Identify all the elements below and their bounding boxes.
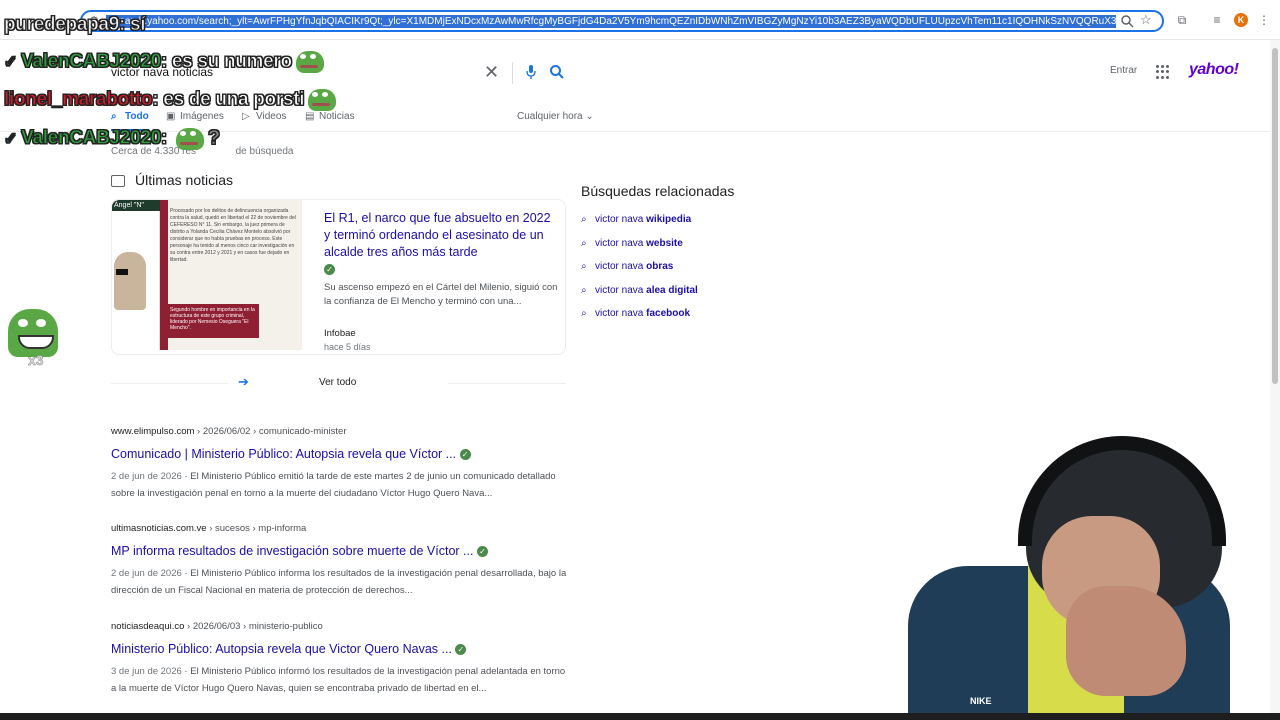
search-button[interactable]: [549, 64, 565, 80]
search-icon: ⌕: [581, 238, 587, 249]
result-snippet: 3 de jun de 2026 · El Ministerio Público…: [111, 666, 566, 694]
thumb-face: [114, 252, 146, 310]
divider: [448, 383, 566, 384]
news-icon: [111, 175, 125, 187]
chevron-down-icon: ⌄: [585, 111, 594, 122]
related-searches-title: Búsquedas relacionadas: [581, 183, 735, 199]
chat-message: ✓ ValenCABJ2020: ?: [4, 127, 220, 150]
pepe-emote-icon: [295, 51, 324, 73]
search-result: noticiasdeaqui.co › 2026/06/03 › ministe…: [111, 621, 571, 697]
chat-watermark: puredepapa9: sí: [4, 14, 146, 36]
verified-icon: ✓: [476, 546, 488, 558]
search-icon: ⌕: [111, 111, 117, 122]
result-title-link[interactable]: MP informa resultados de investigación s…: [111, 544, 571, 561]
chat-message: ✓ ValenCABJ2020: es su numero: [4, 51, 324, 73]
play-icon: ▷: [242, 111, 250, 122]
apps-grid-icon[interactable]: [1156, 65, 1170, 79]
yahoo-logo[interactable]: yahoo!: [1189, 61, 1239, 79]
zoom-icon[interactable]: [1120, 13, 1134, 29]
tab-todo[interactable]: ⌕ Todo: [111, 111, 149, 122]
thumb-label: Ángel "N": [112, 200, 160, 211]
address-url[interactable]: ...search.yahoo.com/search;_ylt=AwrFPHgY…: [106, 15, 1116, 28]
top-stories-title: Últimas noticias: [135, 172, 234, 188]
bookmark-star-icon[interactable]: ☆: [1140, 12, 1154, 28]
profile-avatar[interactable]: K: [1234, 13, 1248, 27]
result-cite[interactable]: ultimasnoticias.com.ve › sucesos › mp-in…: [111, 523, 571, 536]
search-icon: ⌕: [581, 261, 587, 272]
chat-message: lionel_marabotto: es de una porsti: [4, 89, 337, 111]
thumb-text: Procesado por los delitos de delincuenci…: [170, 208, 296, 263]
streamer-hand: [1066, 586, 1186, 696]
emote-count: x3: [28, 352, 44, 369]
divider: [111, 383, 228, 384]
related-search-link[interactable]: ⌕ victor nava facebook: [581, 308, 690, 322]
verified-icon: ✓: [455, 644, 467, 656]
verified-icon: ✓: [459, 449, 471, 461]
search-icon: ⌕: [581, 214, 587, 225]
news-snippet: Su ascenso empezó en el Cártel del Milen…: [324, 282, 558, 307]
tab-imagenes[interactable]: ▣ Imágenes: [166, 111, 224, 122]
news-card[interactable]: Ángel "N" Procesado por los delitos de d…: [111, 199, 566, 355]
scrollbar-thumb[interactable]: [1272, 48, 1278, 384]
verified-icon: ✓: [324, 264, 335, 276]
thumb-censor-bar: [116, 269, 128, 275]
search-icon: ⌕: [581, 308, 587, 319]
time-filter-dropdown[interactable]: Cualquier hora ⌄: [517, 111, 594, 122]
result-cite[interactable]: noticiasdeaqui.co › 2026/06/03 › ministe…: [111, 621, 571, 634]
related-search-link[interactable]: ⌕ victor nava website: [581, 238, 683, 252]
view-all-button[interactable]: ➔ Ver todo: [228, 370, 448, 396]
image-icon: ▣: [166, 111, 176, 122]
mic-icon[interactable]: [524, 64, 538, 80]
search-result: www.elimpulso.com › 2026/06/02 › comunic…: [111, 426, 571, 502]
screen: ⚙ ...search.yahoo.com/search;_ylt=AwrFPH…: [0, 0, 1280, 720]
sign-in-link[interactable]: Entrar: [1110, 65, 1137, 76]
related-search-link[interactable]: ⌕ victor nava alea digital: [581, 285, 698, 299]
webcam-overlay: NIKE: [908, 436, 1230, 720]
result-snippet: 2 de jun de 2026 · El Ministerio Público…: [111, 471, 556, 499]
news-time: hace 5 días: [324, 342, 371, 352]
news-source: Infobae: [324, 328, 356, 339]
tab-videos[interactable]: ▷ Videos: [242, 111, 286, 122]
pepe-emote-icon: [175, 127, 204, 150]
search-result: ultimasnoticias.com.ve › sucesos › mp-in…: [111, 523, 571, 599]
thumb-callout: Segundo hombre en importancia en la estr…: [167, 304, 259, 338]
result-title-link[interactable]: Ministerio Público: Autopsia revela que …: [111, 642, 571, 659]
news-thumbnail[interactable]: Ángel "N" Procesado por los delitos de d…: [112, 200, 302, 350]
jacket-logo: NIKE: [970, 696, 992, 706]
related-search-link[interactable]: ⌕ victor nava wikipedia: [581, 214, 691, 228]
menu-dots-icon[interactable]: ⋮: [1256, 12, 1272, 28]
news-title-link[interactable]: El R1, el narco que fue absuelto en 2022…: [324, 210, 556, 278]
media-icon[interactable]: ≡: [1209, 12, 1225, 28]
result-title-link[interactable]: Comunicado | Ministerio Público: Autopsi…: [111, 447, 571, 464]
result-cite[interactable]: www.elimpulso.com › 2026/06/02 › comunic…: [111, 426, 571, 439]
pepe-laugh-emote-icon: [8, 309, 58, 357]
search-icon: ⌕: [581, 285, 587, 296]
page-scrollbar[interactable]: [1270, 40, 1280, 720]
result-snippet: 2 de jun de 2026 · El Ministerio Público…: [111, 568, 567, 596]
address-bar[interactable]: ⚙ ...search.yahoo.com/search;_ylt=AwrFPH…: [80, 10, 1164, 32]
pepe-emote-icon: [308, 89, 337, 111]
clear-icon[interactable]: ✕: [484, 63, 500, 81]
headset-icon: [1018, 436, 1226, 546]
tab-noticias[interactable]: ▤ Noticias: [305, 111, 355, 122]
browser-toolbar: ⚙ ...search.yahoo.com/search;_ylt=AwrFPH…: [0, 0, 1280, 40]
thumb-photo-panel: Ángel "N": [112, 200, 160, 350]
taskbar-strip: [0, 713, 1280, 720]
related-search-link[interactable]: ⌕ victor nava obras: [581, 261, 673, 275]
news-icon: ▤: [305, 111, 315, 122]
search-divider: [512, 62, 513, 84]
extensions-icon[interactable]: ⧉: [1174, 12, 1190, 28]
arrow-right-icon: ➔: [238, 374, 249, 389]
verified-check-icon: ✓: [4, 130, 18, 148]
verified-check-icon: ✓: [4, 54, 18, 72]
